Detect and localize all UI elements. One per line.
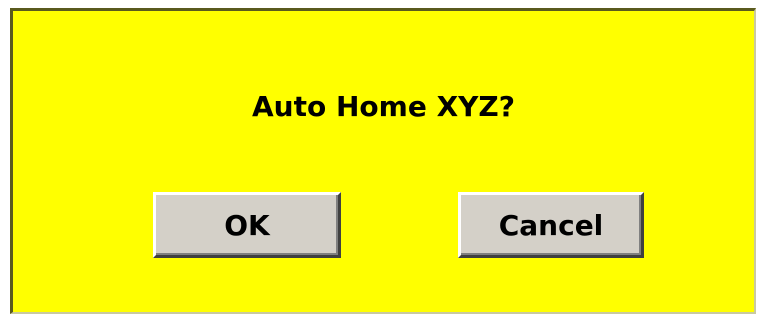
confirm-dialog: Auto Home XYZ? OK Cancel bbox=[10, 8, 756, 314]
cancel-button[interactable]: Cancel bbox=[458, 192, 644, 258]
ok-button[interactable]: OK bbox=[153, 192, 341, 258]
dialog-message: Auto Home XYZ? bbox=[252, 90, 515, 123]
